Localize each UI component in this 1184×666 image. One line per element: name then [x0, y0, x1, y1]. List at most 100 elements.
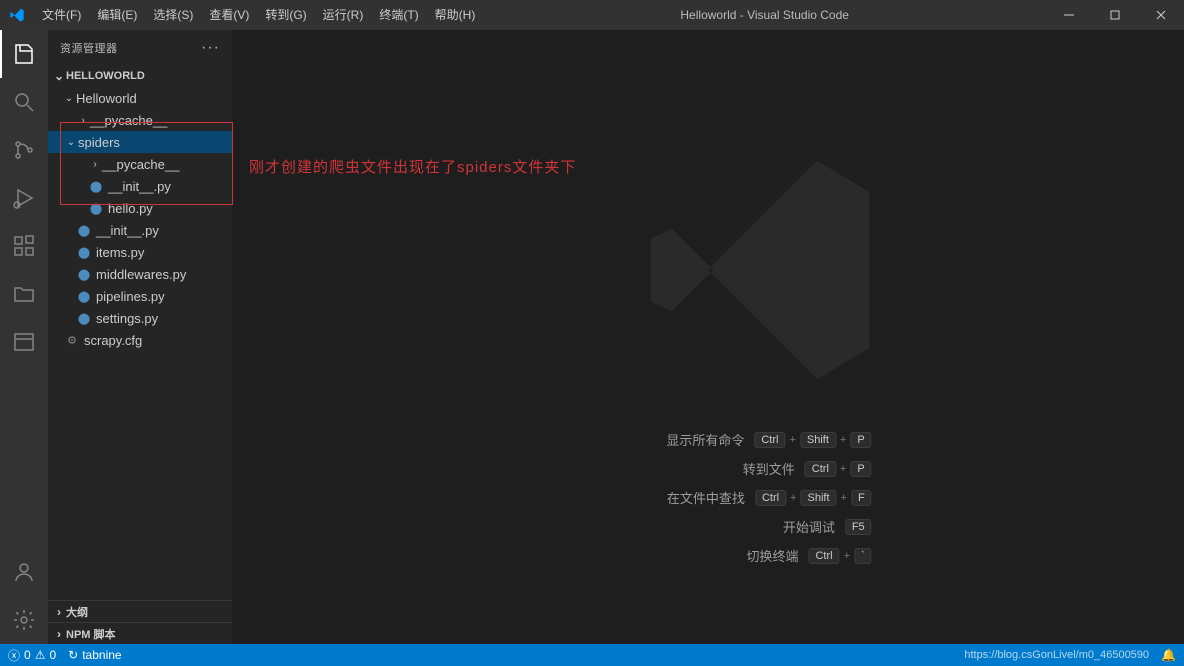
- chevron-down-icon: ⌄: [52, 69, 66, 83]
- python-file-icon: ⬤: [88, 178, 104, 194]
- tree-file-middlewares[interactable]: ⬤ middlewares.py: [48, 263, 232, 285]
- python-file-icon: ⬤: [76, 288, 92, 304]
- shortcut-label: 转到文件: [595, 459, 795, 478]
- menu-go[interactable]: 转到(G): [257, 0, 314, 30]
- tree-label: settings.py: [96, 311, 158, 326]
- tree-file-settings[interactable]: ⬤ settings.py: [48, 307, 232, 329]
- tree-label: spiders: [78, 135, 120, 150]
- shortcut-label: 切换终端: [598, 546, 798, 565]
- python-file-icon: ⬤: [76, 266, 92, 282]
- menu-terminal[interactable]: 终端(T): [371, 0, 426, 30]
- maximize-button[interactable]: [1092, 0, 1138, 30]
- minimize-button[interactable]: [1046, 0, 1092, 30]
- warning-count: 0: [49, 648, 56, 662]
- workspace-root-header[interactable]: ⌄ HELLOWORLD: [48, 65, 232, 87]
- error-icon: ⓧ: [8, 647, 20, 664]
- sidebar-more-icon[interactable]: ···: [201, 39, 220, 57]
- menu-help[interactable]: 帮助(H): [427, 0, 484, 30]
- status-notifications[interactable]: 🔔: [1161, 648, 1176, 662]
- error-count: 0: [24, 648, 31, 662]
- window-controls: [1046, 0, 1184, 30]
- menu-file[interactable]: 文件(F): [34, 0, 89, 30]
- status-errors[interactable]: ⓧ0 ⚠0: [8, 647, 56, 664]
- file-tree: ⌄ Helloworld › __pycache__ ⌄ spiders › _…: [48, 87, 232, 351]
- explorer-tab[interactable]: [0, 30, 48, 78]
- panel-tab[interactable]: [0, 318, 48, 366]
- title-bar: 文件(F) 编辑(E) 选择(S) 查看(V) 转到(G) 运行(R) 终端(T…: [0, 0, 1184, 30]
- keycap: F5: [845, 519, 872, 535]
- settings-tab[interactable]: [0, 596, 48, 644]
- activity-bar: [0, 30, 48, 644]
- menu-run[interactable]: 运行(R): [315, 0, 372, 30]
- tree-file-scrapycfg[interactable]: ⚙ scrapy.cfg: [48, 329, 232, 351]
- tree-label: scrapy.cfg: [84, 333, 142, 348]
- chevron-right-icon: ›: [88, 159, 102, 170]
- bell-icon: 🔔: [1161, 648, 1176, 662]
- tree-file-pipelines[interactable]: ⬤ pipelines.py: [48, 285, 232, 307]
- chevron-down-icon: ⌄: [64, 137, 78, 148]
- workspace-root-label: HELLOWORLD: [66, 70, 145, 82]
- vscode-logo-icon: [0, 7, 34, 23]
- python-file-icon: ⬤: [88, 200, 104, 216]
- folder-tab[interactable]: [0, 270, 48, 318]
- shortcut-label: 开始调试: [635, 517, 835, 536]
- extensions-tab[interactable]: [0, 222, 48, 270]
- keycap: Shift: [800, 490, 836, 506]
- chevron-right-icon: ›: [76, 115, 90, 126]
- run-debug-tab[interactable]: [0, 174, 48, 222]
- keycap: Ctrl: [754, 432, 785, 448]
- tree-folder-pycache[interactable]: › __pycache__: [48, 109, 232, 131]
- chevron-right-icon: ›: [52, 605, 66, 619]
- tree-label: __pycache__: [102, 157, 179, 172]
- npm-scripts-section[interactable]: › NPM 脚本: [48, 622, 232, 644]
- keycap: Ctrl: [805, 461, 836, 477]
- shortcut-label: 显示所有命令: [544, 430, 744, 449]
- outline-section[interactable]: › 大纲: [48, 600, 232, 622]
- tree-file-items[interactable]: ⬤ items.py: [48, 241, 232, 263]
- shortcut-row: 显示所有命令 Ctrl+ Shift+ P: [544, 430, 871, 449]
- vscode-watermark-icon: [630, 140, 890, 405]
- search-tab[interactable]: [0, 78, 48, 126]
- tree-file-init-spiders[interactable]: ⬤ __init__.py: [48, 175, 232, 197]
- outline-label: 大纲: [66, 604, 88, 620]
- welcome-shortcuts: 显示所有命令 Ctrl+ Shift+ P 转到文件 Ctrl+ P 在文件中查…: [544, 430, 871, 565]
- status-bar: ⓧ0 ⚠0 ↻ tabnine https://blog.csGonLivel/…: [0, 644, 1184, 666]
- tree-label: __init__.py: [96, 223, 159, 238]
- keycap: F: [851, 490, 872, 506]
- tabnine-label: tabnine: [82, 648, 121, 662]
- shortcut-row: 在文件中查找 Ctrl+ Shift+ F: [544, 488, 871, 507]
- tree-label: __pycache__: [90, 113, 167, 128]
- keycap: P: [850, 461, 871, 477]
- tree-label: __init__.py: [108, 179, 171, 194]
- keycap: Shift: [800, 432, 836, 448]
- sidebar-header: 资源管理器 ···: [48, 30, 232, 65]
- python-file-icon: ⬤: [76, 310, 92, 326]
- menu-view[interactable]: 查看(V): [201, 0, 257, 30]
- tree-label: Helloworld: [76, 91, 137, 106]
- close-button[interactable]: [1138, 0, 1184, 30]
- keycap: `: [854, 548, 872, 564]
- config-file-icon: ⚙: [64, 332, 80, 348]
- shortcut-row: 转到文件 Ctrl+ P: [544, 459, 871, 478]
- tree-folder-pycache2[interactable]: › __pycache__: [48, 153, 232, 175]
- shortcut-label: 在文件中查找: [545, 488, 745, 507]
- python-file-icon: ⬤: [76, 244, 92, 260]
- tree-file-hello[interactable]: ⬤ hello.py: [48, 197, 232, 219]
- tree-folder-spiders[interactable]: ⌄ spiders: [48, 131, 232, 153]
- menu-edit[interactable]: 编辑(E): [89, 0, 145, 30]
- explorer: ⌄ HELLOWORLD ⌄ Helloworld › __pycache__ …: [48, 65, 232, 600]
- tree-file-init-root[interactable]: ⬤ __init__.py: [48, 219, 232, 241]
- python-file-icon: ⬤: [76, 222, 92, 238]
- accounts-tab[interactable]: [0, 548, 48, 596]
- chevron-right-icon: ›: [52, 627, 66, 641]
- main-area: 资源管理器 ··· ⌄ HELLOWORLD ⌄ Helloworld › __…: [0, 30, 1184, 644]
- sidebar: 资源管理器 ··· ⌄ HELLOWORLD ⌄ Helloworld › __…: [48, 30, 232, 644]
- tree-label: items.py: [96, 245, 144, 260]
- tree-folder-helloworld[interactable]: ⌄ Helloworld: [48, 87, 232, 109]
- status-tabnine[interactable]: ↻ tabnine: [68, 648, 121, 662]
- window-title: Helloworld - Visual Studio Code: [483, 8, 1046, 22]
- status-golive-watermark[interactable]: https://blog.csGonLivel/m0_46500590: [964, 649, 1149, 661]
- source-control-tab[interactable]: [0, 126, 48, 174]
- menu-selection[interactable]: 选择(S): [145, 0, 201, 30]
- tree-label: hello.py: [108, 201, 153, 216]
